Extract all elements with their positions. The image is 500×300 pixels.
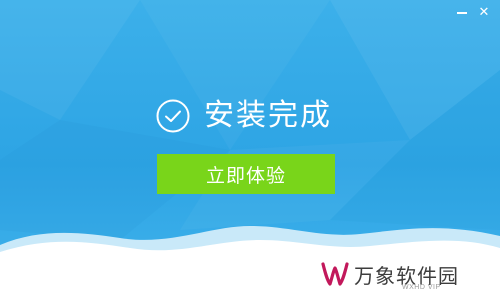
- watermark: 万象软件园 WXHD VIP: [318, 258, 488, 292]
- installer-window: ✕ 安装完成 立即体验 万象软件园 WXHD VIP: [0, 0, 500, 300]
- wave-decoration: [0, 226, 500, 300]
- brand-subtitle: WXHD VIP: [402, 284, 441, 291]
- brand-logo-icon: [321, 262, 349, 286]
